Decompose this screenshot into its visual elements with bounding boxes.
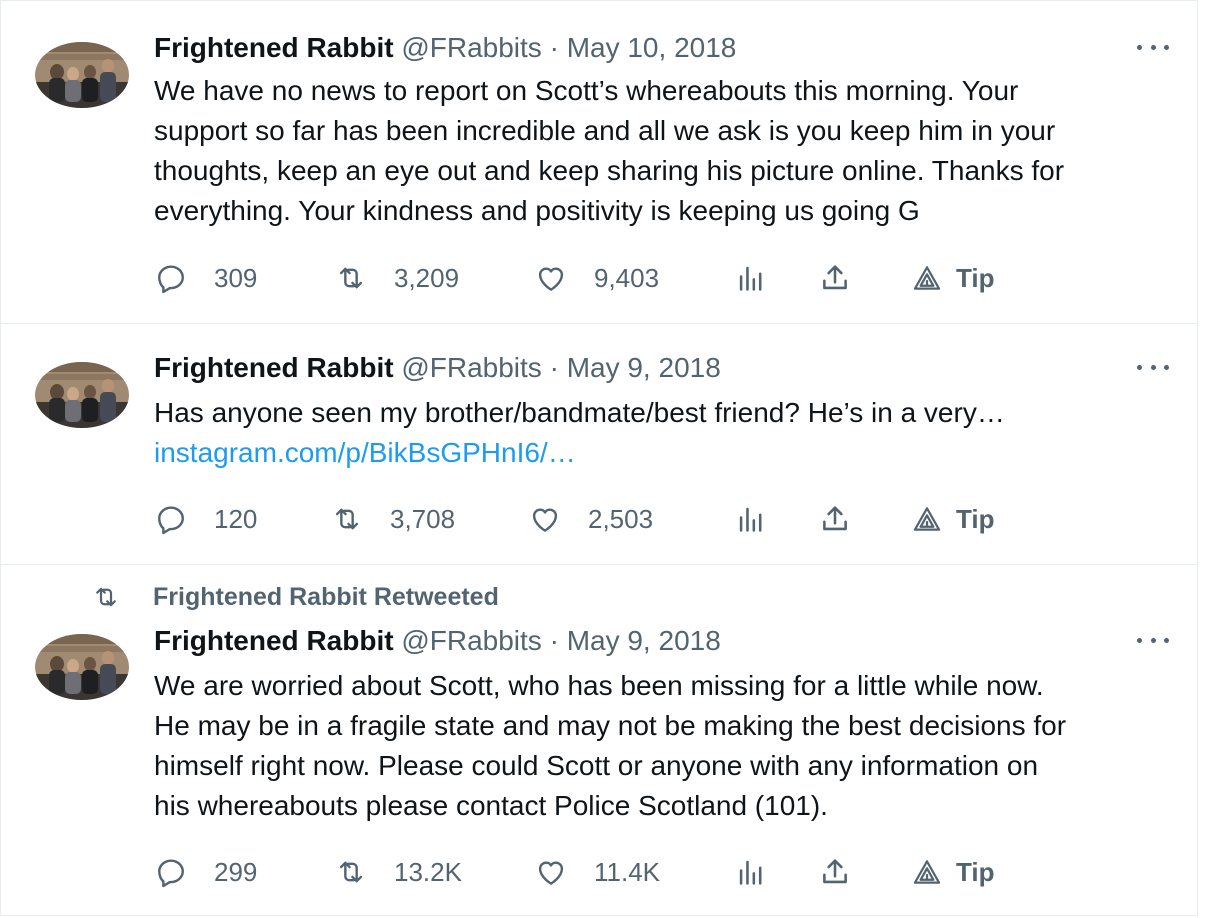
separator: · [549, 352, 559, 383]
share-button[interactable] [818, 852, 852, 892]
share-icon [823, 265, 847, 290]
more-options-icon[interactable] [1135, 355, 1171, 379]
tweet[interactable]: Frightened Rabbit @FRabbits · May 10, 20… [1, 1, 1197, 324]
retweet-icon [96, 587, 116, 607]
author-name[interactable]: Frightened Rabbit [154, 32, 394, 63]
avatar[interactable] [35, 42, 129, 108]
tweet-date[interactable]: May 9, 2018 [567, 352, 721, 383]
reply-icon [158, 265, 184, 294]
like-button[interactable]: 2,503 [528, 499, 653, 539]
tweet-header: Frightened Rabbit @FRabbits · May 9, 201… [154, 624, 1141, 658]
reply-button[interactable]: 299 [154, 852, 257, 892]
like-count: 11.4K [594, 856, 661, 887]
tip-button[interactable]: Tip [910, 258, 995, 298]
views-button[interactable] [734, 852, 768, 892]
retweet-count: 3,708 [390, 503, 456, 534]
tip-icon [913, 266, 941, 290]
tip-icon [913, 860, 941, 884]
retweet-icon [339, 267, 363, 289]
retweet-context-label: Frightened Rabbit Retweeted [153, 582, 499, 611]
retweet-button[interactable]: 3,708 [330, 499, 455, 539]
tip-button[interactable]: Tip [910, 852, 995, 892]
retweet-button[interactable]: 13.2K [334, 852, 462, 892]
author-name[interactable]: Frightened Rabbit [154, 625, 394, 656]
author-handle[interactable]: @FRabbits [401, 625, 541, 656]
separator: · [549, 625, 559, 656]
tip-button[interactable]: Tip [910, 499, 995, 539]
more-options-icon[interactable] [1135, 35, 1171, 59]
tweet-text: We have no news to report on Scott’s whe… [154, 75, 1065, 226]
tweet-feed: Frightened Rabbit @FRabbits · May 10, 20… [0, 0, 1198, 916]
tweet-text: We are worried about Scott, who has been… [154, 670, 1067, 821]
share-icon [823, 506, 847, 531]
views-button[interactable] [734, 499, 768, 539]
author-name[interactable]: Frightened Rabbit [154, 352, 394, 383]
views-button[interactable] [734, 258, 768, 298]
heart-icon [532, 508, 558, 532]
tweet-text-content: Has anyone seen my brother/bandmate/best… [154, 397, 1005, 428]
retweet-button[interactable]: 3,209 [334, 258, 459, 298]
tip-label: Tip [956, 856, 995, 887]
retweet-count: 13.2K [394, 856, 462, 887]
like-count: 9,403 [594, 262, 660, 293]
tweet-date[interactable]: May 10, 2018 [567, 32, 737, 63]
retweet-context[interactable]: Frightened Rabbit Retweeted [89, 582, 499, 612]
tip-icon [913, 507, 941, 531]
retweet-count: 3,209 [394, 262, 460, 293]
analytics-icon [739, 507, 762, 532]
separator: · [549, 32, 559, 63]
tweet-link[interactable]: instagram.com/p/BikBsGPHnI6/… [154, 437, 576, 468]
analytics-icon [739, 266, 762, 291]
more-options-icon[interactable] [1135, 628, 1171, 652]
share-icon [823, 859, 847, 884]
reply-icon [158, 506, 184, 535]
avatar[interactable] [35, 634, 129, 700]
reply-button[interactable]: 309 [154, 258, 257, 298]
reply-count: 299 [214, 856, 258, 887]
tweet-actions: 299 13.2K 11.4K Tip [154, 852, 1167, 892]
tweet-header: Frightened Rabbit @FRabbits · May 10, 20… [154, 31, 1141, 65]
retweet-icon [339, 861, 363, 883]
author-handle[interactable]: @FRabbits [401, 352, 541, 383]
reply-button[interactable]: 120 [154, 499, 257, 539]
tweet-actions: 120 3,708 2,503 Tip [154, 499, 1167, 539]
like-button[interactable]: 9,403 [534, 258, 659, 298]
retweet-icon [335, 508, 359, 530]
tweet-actions: 309 3,209 9,403 Tip [154, 258, 1167, 298]
analytics-icon [739, 860, 762, 885]
tweet[interactable]: Frightened Rabbit @FRabbits · May 9, 201… [1, 323, 1197, 565]
heart-icon [538, 267, 564, 291]
reply-count: 309 [214, 262, 258, 293]
tip-label: Tip [956, 503, 995, 534]
like-button[interactable]: 11.4K [534, 852, 660, 892]
like-count: 2,503 [588, 503, 654, 534]
tweet[interactable]: Frightened Rabbit Retweeted Frightened R… [1, 564, 1197, 917]
tweet-text: Has anyone seen my brother/bandmate/best… [154, 393, 1167, 473]
tweet-date[interactable]: May 9, 2018 [567, 625, 721, 656]
reply-count: 120 [214, 503, 258, 534]
author-handle[interactable]: @FRabbits [401, 32, 541, 63]
heart-icon [538, 861, 564, 885]
share-button[interactable] [818, 499, 852, 539]
tip-label: Tip [956, 262, 995, 293]
avatar[interactable] [35, 362, 129, 428]
tweet-header: Frightened Rabbit @FRabbits · May 9, 201… [154, 351, 1141, 385]
reply-icon [158, 859, 184, 888]
share-button[interactable] [818, 258, 852, 298]
